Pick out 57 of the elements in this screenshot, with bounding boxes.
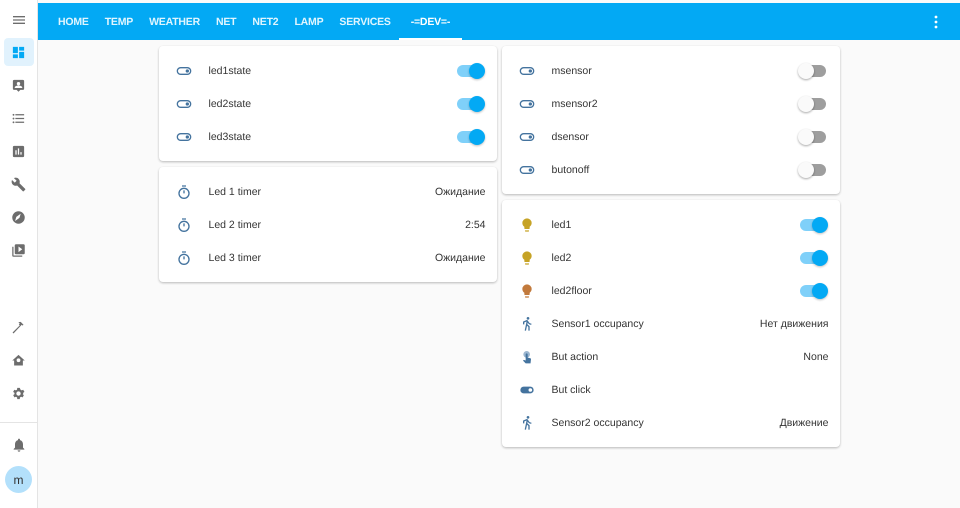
bell-icon[interactable] bbox=[10, 437, 26, 453]
toggle-switch[interactable] bbox=[800, 98, 826, 110]
tab[interactable]: NET bbox=[208, 3, 244, 40]
entity-state: Движение bbox=[780, 416, 828, 428]
toggle-switch[interactable] bbox=[800, 130, 826, 142]
entity-name: Sensor2 occupancy bbox=[552, 416, 645, 428]
tab[interactable]: -=DEV=- bbox=[398, 3, 462, 40]
entity-name: msensor2 bbox=[552, 98, 599, 110]
entity-name: led2floor bbox=[552, 284, 593, 296]
entity-name: dsensor bbox=[552, 130, 590, 142]
entity-name: led2state bbox=[208, 98, 252, 110]
entity-name: Led 1 timer bbox=[208, 186, 262, 198]
stopwatch-icon bbox=[176, 184, 192, 200]
entity-name: led3state bbox=[208, 130, 252, 142]
entity-state: Ожидание bbox=[434, 252, 486, 264]
stopwatch-icon bbox=[176, 216, 192, 232]
toggle-switch[interactable] bbox=[800, 218, 826, 230]
entity-name: But click bbox=[552, 384, 592, 396]
sidebar-item[interactable] bbox=[4, 38, 34, 66]
user-avatar[interactable]: m bbox=[5, 466, 32, 493]
toggle-switch[interactable] bbox=[456, 64, 482, 76]
tab[interactable]: NET2 bbox=[244, 3, 286, 40]
entity-name: Led 3 timer bbox=[208, 252, 262, 264]
chart-icon bbox=[11, 144, 26, 158]
entity-state: 2:54 bbox=[465, 218, 486, 230]
entity-name: But action bbox=[552, 350, 600, 362]
toggle-switch[interactable] bbox=[456, 130, 482, 142]
entity-state: None bbox=[803, 350, 828, 362]
entity-name: led1 bbox=[552, 218, 572, 230]
entity-name: led1state bbox=[208, 64, 252, 76]
hammer-icon bbox=[11, 320, 26, 334]
tab[interactable]: TEMP bbox=[96, 3, 142, 40]
tab[interactable]: WEATHER bbox=[141, 3, 208, 40]
entity-name: Led 2 timer bbox=[208, 218, 262, 230]
play-box-icon bbox=[11, 242, 26, 258]
toggle-switch[interactable] bbox=[456, 98, 482, 110]
toggle-switch[interactable] bbox=[800, 252, 826, 264]
stopwatch-icon bbox=[176, 250, 192, 266]
compass-icon bbox=[11, 210, 26, 224]
tab[interactable]: LAMP bbox=[286, 3, 332, 40]
entity-name: butonoff bbox=[552, 164, 590, 176]
wrench-icon bbox=[11, 176, 26, 192]
more-icon[interactable] bbox=[934, 14, 938, 28]
account-box-icon bbox=[11, 78, 26, 92]
tab[interactable]: SERVICES bbox=[331, 3, 399, 40]
entity-state: Нет движения bbox=[760, 318, 828, 330]
tab[interactable]: HOME bbox=[50, 3, 97, 40]
toggle-switch[interactable] bbox=[800, 164, 826, 176]
settings-icon bbox=[11, 386, 26, 400]
toggle-switch[interactable] bbox=[800, 284, 826, 296]
entity-name: led2 bbox=[552, 252, 572, 264]
entity-name: Sensor1 occupancy bbox=[552, 318, 645, 330]
entity-state: Ожидание bbox=[434, 186, 486, 198]
home-gear-icon bbox=[11, 352, 26, 368]
entity-name: msensor bbox=[552, 64, 593, 76]
toggle-switch[interactable] bbox=[800, 64, 826, 76]
dashboard-icon bbox=[11, 44, 26, 60]
